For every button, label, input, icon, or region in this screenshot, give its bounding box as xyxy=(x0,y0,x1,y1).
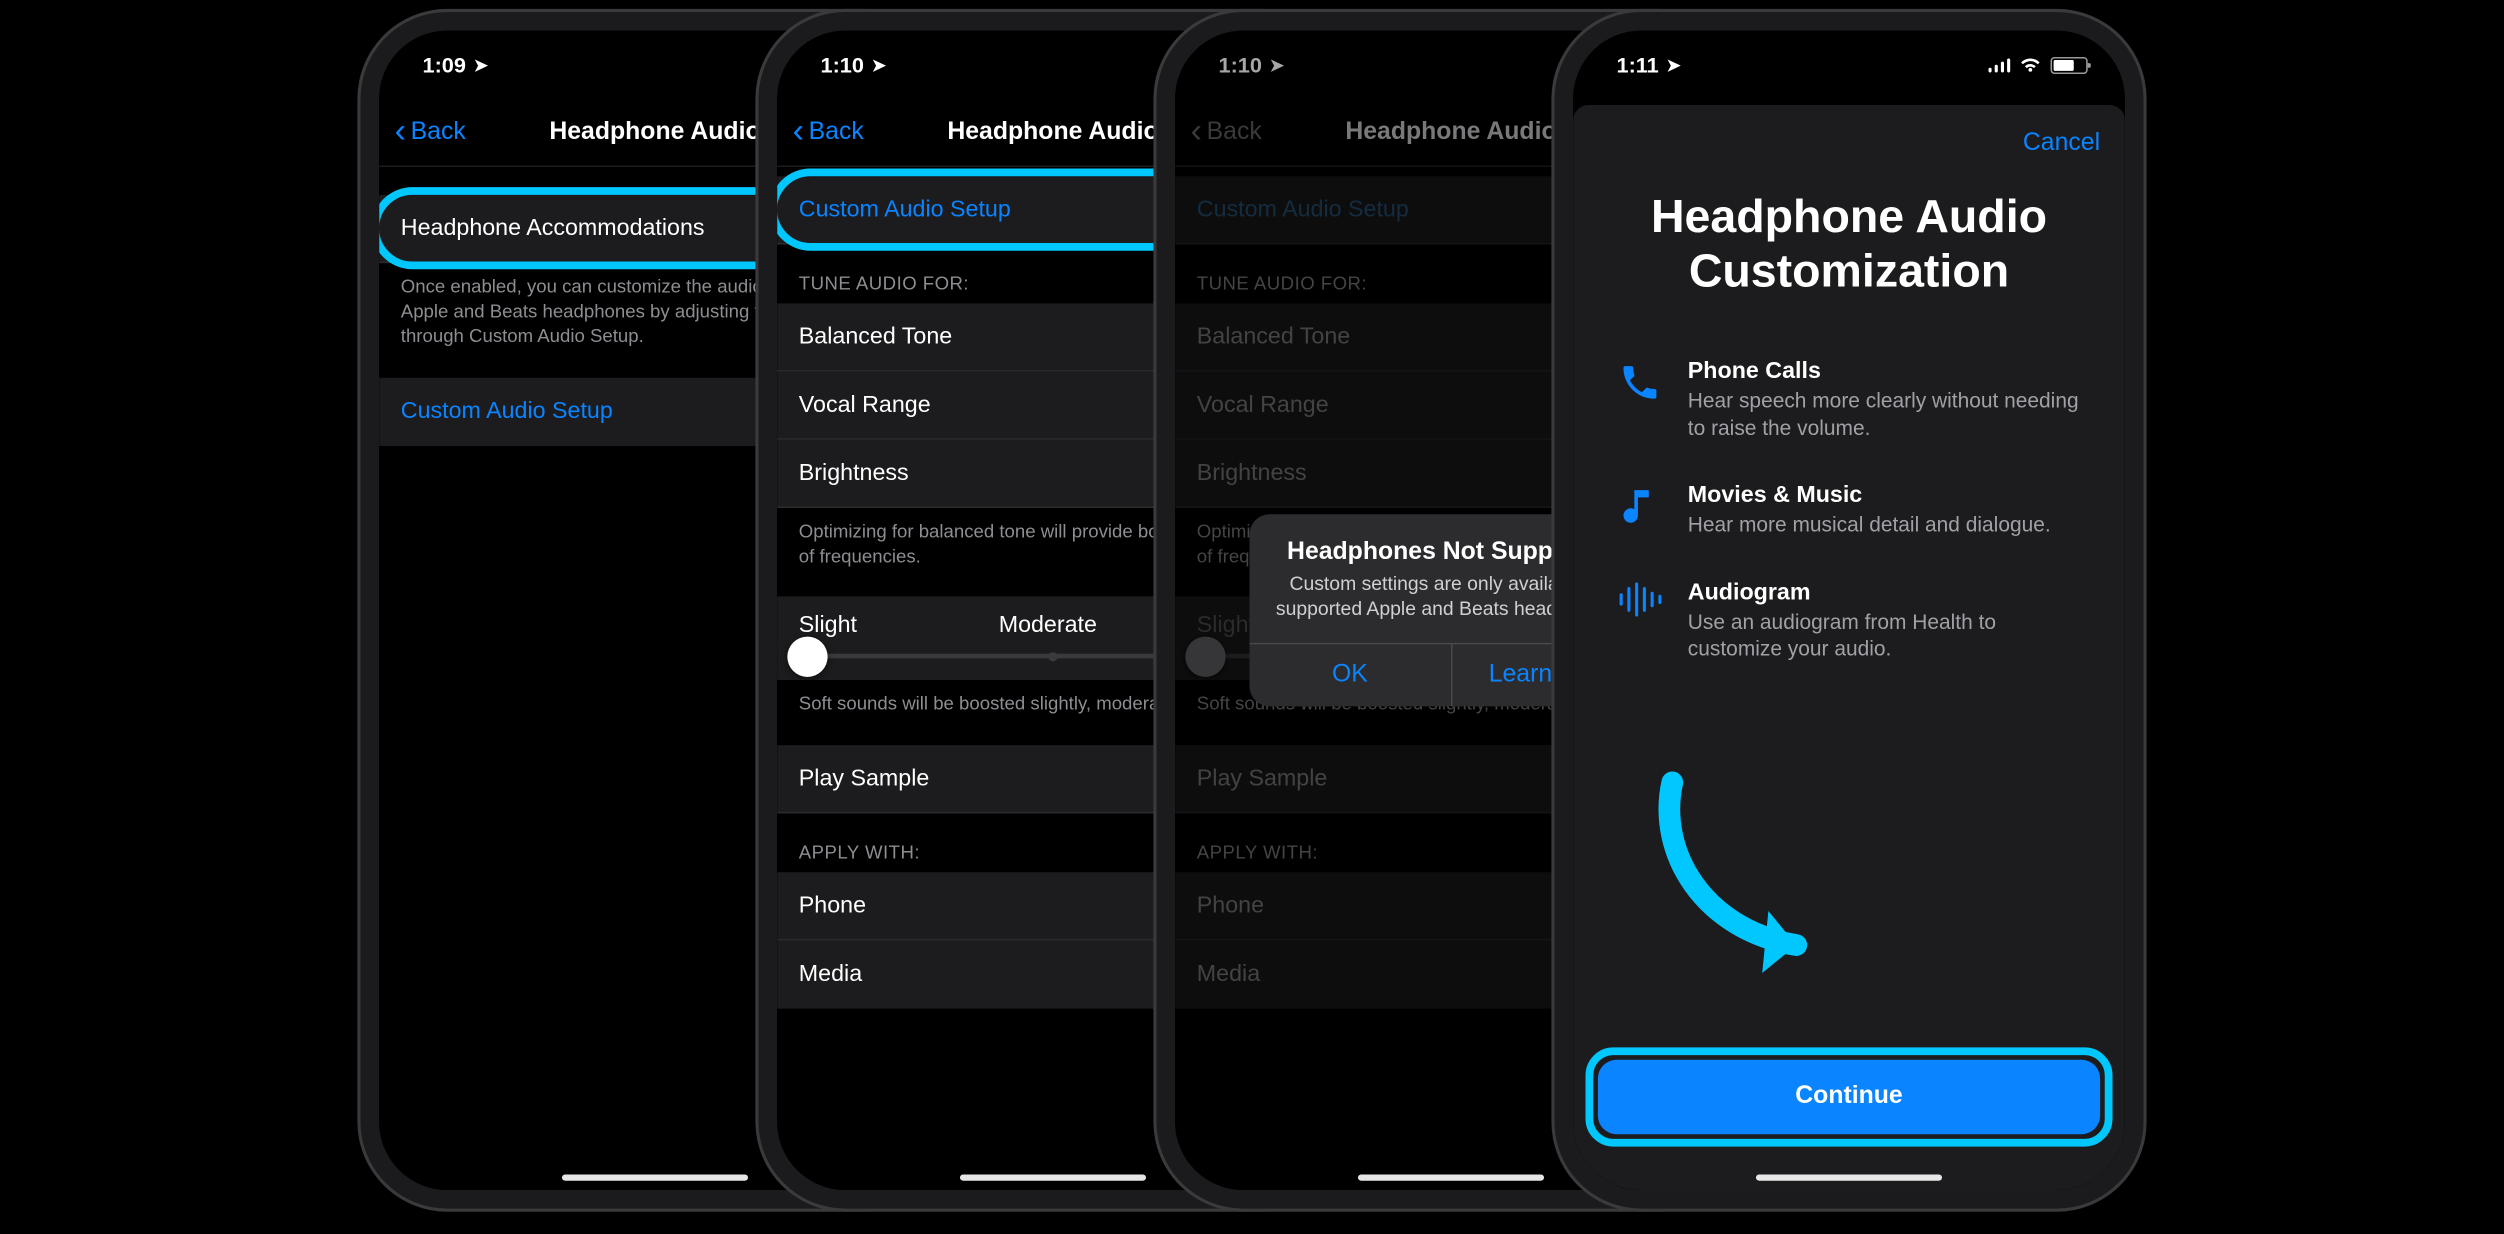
home-indicator[interactable] xyxy=(1756,1175,1942,1181)
row-label: Custom Audio Setup xyxy=(401,398,613,424)
phone-4: 1:11 ➤ Cancel Headphone Audio Customizat… xyxy=(1555,12,2144,1209)
continue-button[interactable]: Continue xyxy=(1598,1060,2100,1134)
notch xyxy=(1319,31,1583,74)
notch xyxy=(921,31,1185,74)
feature-desc: Use an audiogram from Health to customiz… xyxy=(1688,608,2085,662)
waveform-icon xyxy=(1613,582,1666,616)
feature-title: Phone Calls xyxy=(1688,358,2085,384)
alert-ok-button[interactable]: OK xyxy=(1250,645,1451,707)
wifi-icon xyxy=(2018,55,2043,74)
feature-phone-calls: Phone Calls Hear speech more clearly wit… xyxy=(1573,345,2125,469)
battery-icon xyxy=(2051,56,2088,73)
home-indicator[interactable] xyxy=(562,1175,748,1181)
location-icon: ➤ xyxy=(872,55,886,75)
feature-title: Movies & Music xyxy=(1688,482,2051,508)
sheet-title: Headphone Audio Customization xyxy=(1573,183,2125,346)
home-indicator[interactable] xyxy=(1358,1175,1544,1181)
notch xyxy=(523,31,787,74)
page-title: Headphone Audio xyxy=(549,118,760,146)
feature-desc: Hear speech more clearly without needing… xyxy=(1688,387,2085,441)
feature-movies-music: Movies & Music Hear more musical detail … xyxy=(1573,469,2125,566)
status-time: 1:10 xyxy=(821,52,864,77)
slider-thumb[interactable] xyxy=(787,637,827,677)
back-label: Back xyxy=(809,118,864,146)
row-label: Custom Audio Setup xyxy=(799,196,1011,222)
home-indicator[interactable] xyxy=(960,1175,1146,1181)
signal-icon xyxy=(1988,57,2010,73)
cancel-button[interactable]: Cancel xyxy=(2023,130,2100,158)
feature-title: Audiogram xyxy=(1688,579,2085,605)
music-note-icon xyxy=(1613,485,1666,528)
feature-desc: Hear more musical detail and dialogue. xyxy=(1688,511,2051,538)
feature-audiogram: Audiogram Use an audiogram from Health t… xyxy=(1573,566,2125,690)
sheet: Cancel Headphone Audio Customization Pho… xyxy=(1573,105,2125,1190)
back-button[interactable]: ‹ Back xyxy=(793,117,864,148)
status-time: 1:09 xyxy=(423,52,466,77)
notch xyxy=(1717,31,1981,74)
chevron-left-icon: ‹ xyxy=(793,114,804,148)
status-time: 1:11 xyxy=(1617,52,1659,77)
location-icon: ➤ xyxy=(474,55,488,75)
back-button[interactable]: ‹ Back xyxy=(395,117,466,148)
row-label: Headphone Accommodations xyxy=(401,215,705,241)
phone-icon xyxy=(1613,361,1666,404)
back-label: Back xyxy=(411,118,466,146)
chevron-left-icon: ‹ xyxy=(395,114,406,148)
page-title: Headphone Audio xyxy=(947,118,1158,146)
location-icon: ➤ xyxy=(1666,55,1680,75)
arrow-annotation xyxy=(1641,759,1874,992)
